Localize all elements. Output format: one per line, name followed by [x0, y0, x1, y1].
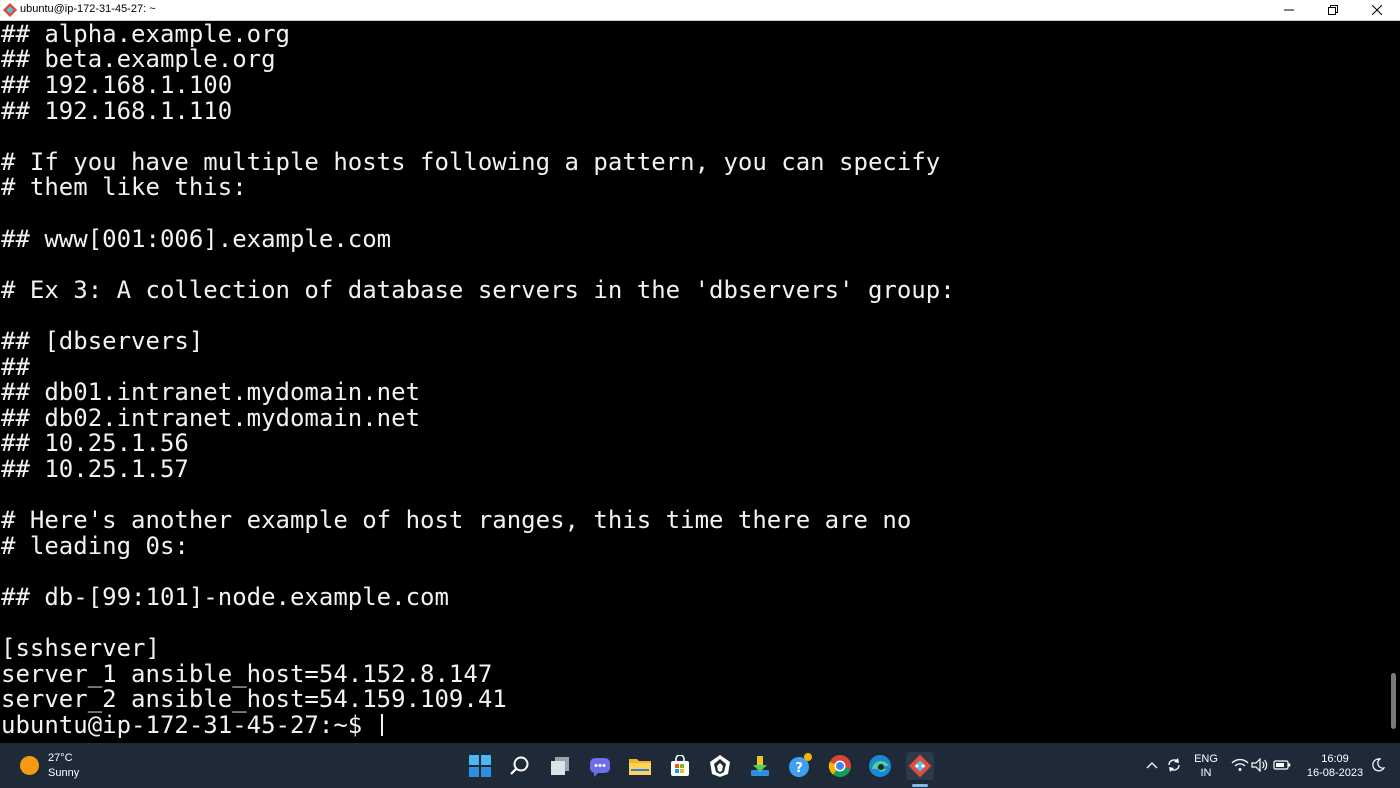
svg-text:?: ?	[795, 761, 803, 776]
task-view-button[interactable]	[546, 752, 574, 780]
git-bash-icon	[908, 754, 932, 778]
teams-chat-icon	[590, 758, 610, 777]
taskbar: 27°C Sunny ? ENG IN 16:09 16-08-2023	[0, 743, 1400, 788]
terminal-line: # If you have multiple hosts following a…	[1, 147, 941, 176]
chevron-up-icon	[1146, 762, 1158, 769]
start-button[interactable]	[466, 752, 494, 780]
language-code: ENG	[1194, 753, 1218, 765]
scrollbar-thumb[interactable]	[1391, 673, 1396, 729]
terminal-line: ## db-[99:101]-node.example.com	[1, 583, 449, 611]
input-region: IN	[1200, 767, 1212, 779]
weather-temperature: 27°C	[48, 752, 73, 764]
terminal-line: # them like this:	[1, 173, 247, 202]
battery-icon	[1273, 760, 1291, 770]
terminal-prompt-line[interactable]: ubuntu@ip-172-31-45-27:~$	[1, 711, 383, 739]
battery-tray-button[interactable]	[1272, 755, 1292, 775]
download-app-icon	[751, 756, 769, 776]
edge-icon	[869, 755, 891, 777]
chat-button[interactable]	[586, 752, 614, 780]
git-bash-app-icon	[3, 3, 17, 17]
sun-icon	[20, 756, 39, 775]
shell-prompt: ubuntu@ip-172-31-45-27:~$	[1, 711, 377, 739]
terminal-line: ##	[1, 352, 30, 381]
wifi-tray-button[interactable]	[1230, 755, 1250, 775]
restore-button[interactable]	[1310, 0, 1356, 20]
wolf-app-button[interactable]	[706, 752, 734, 780]
moon-icon	[1372, 758, 1385, 772]
terminal-line: ## db02.intranet.mydomain.net	[1, 403, 421, 432]
close-button[interactable]	[1354, 0, 1400, 20]
minimize-button[interactable]	[1266, 0, 1312, 20]
terminal-line: server_1 ansible_host=54.152.8.147	[1, 659, 493, 688]
show-hidden-icons-button[interactable]	[1142, 755, 1162, 775]
terminal-scrollbar[interactable]	[1388, 21, 1400, 743]
weather-condition: Sunny	[48, 767, 80, 779]
wolf-icon	[710, 755, 730, 777]
terminal-line: ## 10.25.1.56	[1, 429, 189, 458]
download-app-button[interactable]	[746, 752, 774, 780]
volume-tray-button[interactable]	[1250, 755, 1270, 775]
terminal-line: # leading 0s:	[1, 531, 189, 560]
terminal-line: ## beta.example.org	[1, 45, 276, 74]
file-explorer-button[interactable]	[626, 752, 654, 780]
terminal-line: ## 192.168.1.110	[1, 96, 233, 125]
terminal-line: ## www[001:006].example.com	[1, 224, 392, 253]
active-app-indicator	[912, 784, 928, 787]
search-button[interactable]	[506, 752, 534, 780]
close-icon	[1372, 5, 1382, 15]
chrome-icon	[828, 755, 851, 777]
terminal-line: ## [dbservers]	[1, 327, 204, 355]
terminal-line: ## alpha.example.org	[1, 21, 290, 48]
get-help-button[interactable]: ?	[786, 752, 814, 780]
sync-icon	[1168, 758, 1180, 772]
search-icon	[510, 756, 529, 775]
notifications-button[interactable]	[1368, 755, 1388, 775]
terminal-line: ## db01.intranet.mydomain.net	[1, 378, 421, 407]
window-title: ubuntu@ip-172-31-45-27: ~	[20, 3, 156, 15]
terminal-line: server_2 ansible_host=54.159.109.41	[1, 685, 507, 714]
sync-tray-button[interactable]	[1164, 755, 1184, 775]
task-view-icon	[551, 757, 569, 775]
window-title-bar[interactable]: ubuntu@ip-172-31-45-27: ~	[0, 0, 1400, 21]
restore-icon	[1328, 5, 1338, 15]
help-icon: ?	[789, 753, 812, 777]
edge-button[interactable]	[866, 752, 894, 780]
folder-icon	[629, 759, 651, 775]
clock-time: 16:09	[1321, 753, 1349, 765]
clock-date: 16-08-2023	[1306, 767, 1364, 779]
git-bash-button[interactable]	[906, 752, 934, 780]
chrome-button[interactable]	[826, 752, 854, 780]
terminal-line: ## 192.168.1.100	[1, 71, 233, 99]
terminal-output[interactable]: ## alpha.example.org ## beta.example.org…	[0, 21, 1388, 743]
terminal-line: # Ex 3: A collection of database servers…	[1, 275, 955, 304]
store-bag-icon	[671, 755, 689, 776]
store-button[interactable]	[666, 752, 694, 780]
terminal-line: [sshserver]	[1, 634, 160, 663]
speaker-icon	[1251, 758, 1268, 772]
terminal-line: ## 10.25.1.57	[1, 455, 189, 483]
wifi-icon	[1231, 758, 1249, 771]
minimize-icon	[1284, 9, 1294, 11]
text-cursor	[380, 714, 383, 736]
terminal-line: # Here's another example of host ranges,…	[1, 506, 912, 535]
windows-logo-icon	[469, 755, 491, 777]
